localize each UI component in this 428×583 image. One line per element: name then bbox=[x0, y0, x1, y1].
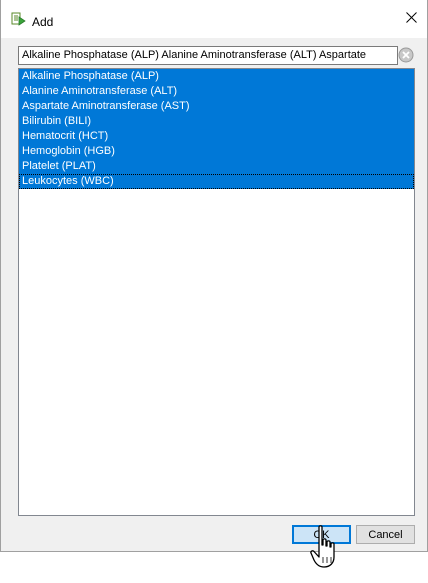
list-item[interactable]: Hematocrit (HCT) bbox=[19, 129, 414, 144]
list-item[interactable]: Leukocytes (WBC) bbox=[19, 174, 414, 189]
cancel-button[interactable]: Cancel bbox=[356, 525, 415, 544]
add-item-icon bbox=[11, 12, 27, 28]
list-item[interactable]: Aspartate Aminotransferase (AST) bbox=[19, 99, 414, 114]
ok-button[interactable]: OK bbox=[292, 525, 351, 544]
search-input[interactable] bbox=[18, 46, 398, 65]
add-dialog: Add Alkaline Phosphatase (ALP) Alanine Am… bbox=[0, 0, 428, 552]
list-item[interactable]: Hemoglobin (HGB) bbox=[19, 144, 414, 159]
list-item[interactable]: Platelet (PLAT) bbox=[19, 159, 414, 174]
clear-circle-icon bbox=[398, 47, 414, 66]
list-item[interactable]: Alkaline Phosphatase (ALP) bbox=[19, 69, 414, 84]
clear-search-button[interactable] bbox=[397, 47, 415, 65]
title-bar: Add bbox=[1, 0, 427, 38]
list-item[interactable]: Bilirubin (BILI) bbox=[19, 114, 414, 129]
dialog-title: Add bbox=[32, 15, 54, 29]
close-button[interactable] bbox=[395, 0, 427, 38]
items-listbox[interactable]: Alkaline Phosphatase (ALP) Alanine Aminot… bbox=[18, 68, 415, 516]
close-icon bbox=[405, 12, 417, 26]
list-item[interactable]: Alanine Aminotransferase (ALT) bbox=[19, 84, 414, 99]
